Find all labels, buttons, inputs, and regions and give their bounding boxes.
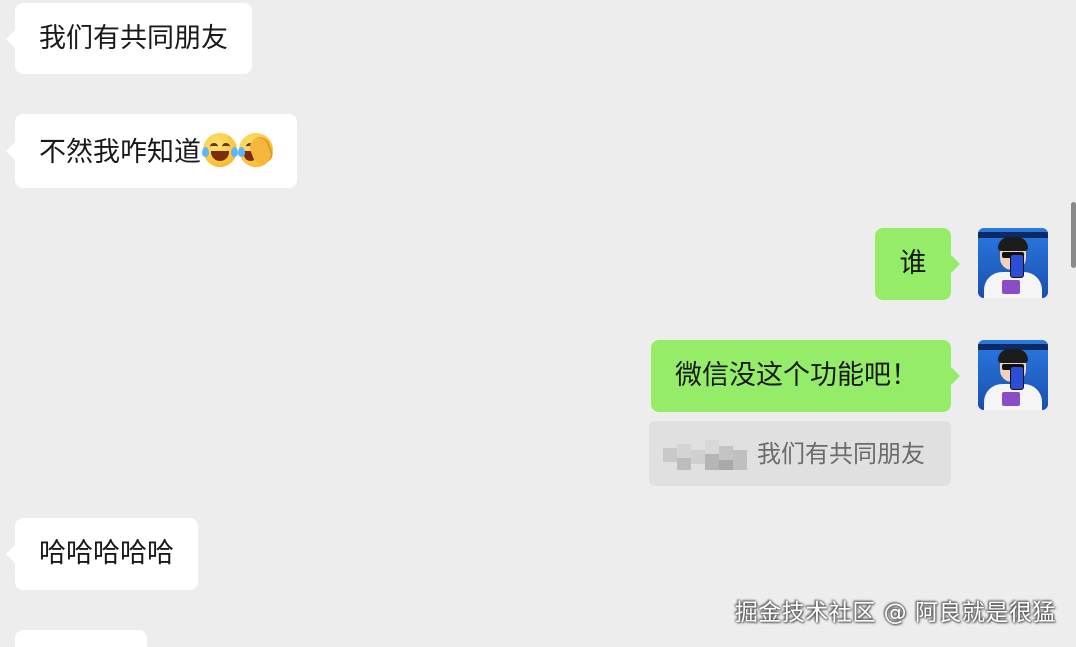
incoming-message-bubble[interactable]	[15, 630, 147, 647]
scrollbar[interactable]	[1071, 202, 1076, 268]
obscured-sender-name	[663, 440, 747, 470]
outgoing-message-bubble[interactable]: 谁	[875, 228, 960, 300]
bubble-tail	[6, 545, 15, 563]
quoted-message[interactable]: 我们有共同朋友	[649, 421, 951, 486]
message-text: 微信没这个功能吧！	[675, 360, 918, 391]
message-text: 哈哈哈哈哈	[39, 538, 174, 569]
bubble-tail	[951, 255, 960, 273]
bubble-tail	[951, 367, 960, 385]
message-text: 不然我咋知道	[39, 137, 201, 168]
incoming-message-bubble[interactable]: 不然我咋知道	[6, 114, 297, 188]
bubble-tail	[6, 142, 15, 160]
message-text: 我们有共同朋友	[39, 23, 228, 54]
watermark: 掘金技术社区 @ 阿良就是很猛	[734, 600, 1056, 626]
incoming-message-bubble[interactable]: 我们有共同朋友	[6, 3, 252, 74]
message-text: 谁	[899, 248, 927, 279]
face-with-tears-of-joy-icon	[202, 133, 238, 167]
quoted-text: 我们有共同朋友	[757, 440, 925, 468]
user-avatar[interactable]	[978, 340, 1048, 410]
bubble-tail	[6, 30, 15, 48]
incoming-message-bubble[interactable]: 哈哈哈哈哈	[6, 518, 198, 590]
user-avatar[interactable]	[978, 228, 1048, 298]
outgoing-message-bubble[interactable]: 微信没这个功能吧！	[651, 340, 960, 412]
facepalm-icon	[238, 133, 275, 167]
